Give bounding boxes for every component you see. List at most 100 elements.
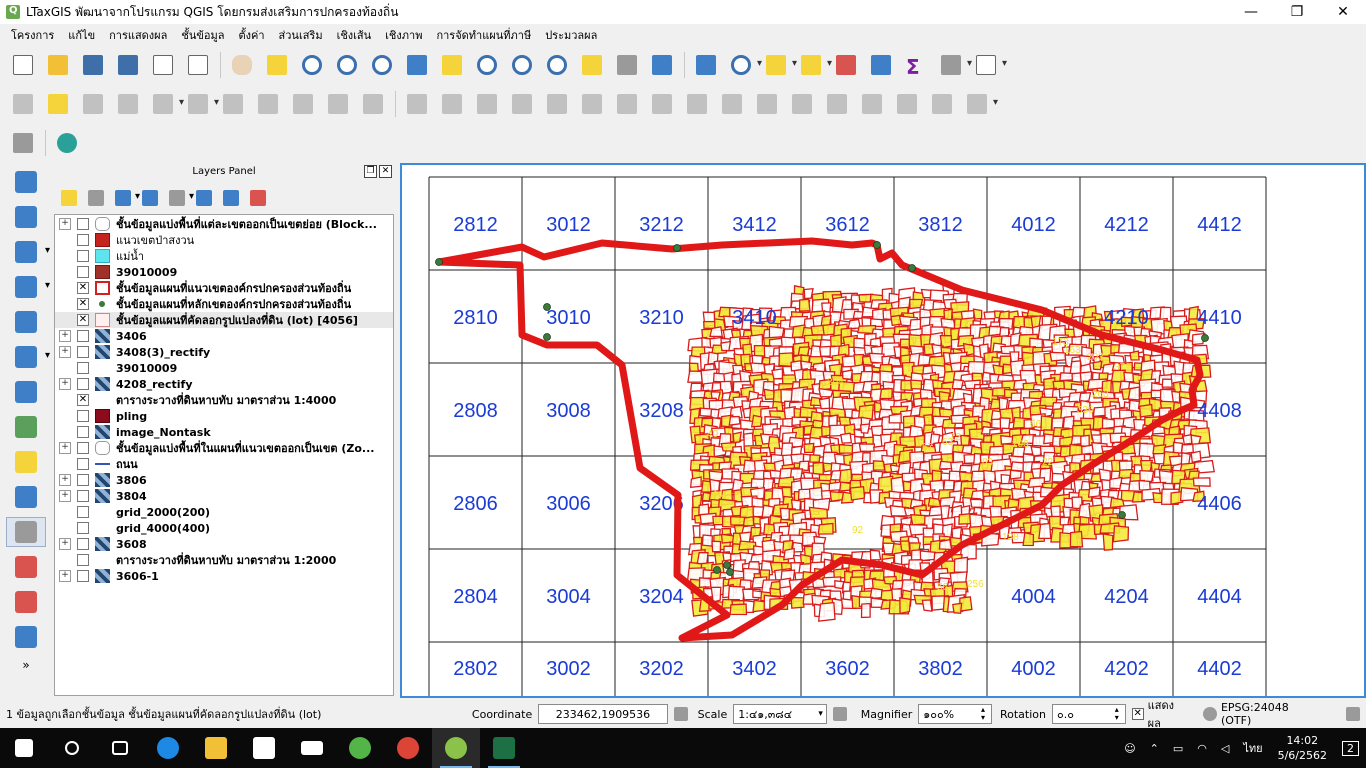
layer-visibility-checkbox[interactable] bbox=[77, 250, 89, 262]
store-taskbar-button[interactable] bbox=[240, 728, 288, 768]
lot-parcel[interactable] bbox=[1069, 530, 1084, 548]
layer-row[interactable]: +3608 bbox=[55, 536, 393, 552]
battery-icon[interactable]: ▭ bbox=[1173, 742, 1183, 755]
layer-visibility-checkbox[interactable]: ✕ bbox=[77, 298, 89, 310]
magnifier-spinbox[interactable]: ๑๐๐% bbox=[918, 704, 992, 724]
layer-visibility-checkbox[interactable] bbox=[77, 234, 89, 246]
explorer-taskbar-button[interactable] bbox=[192, 728, 240, 768]
lot-parcel[interactable] bbox=[1190, 450, 1202, 463]
select-by-expression-button[interactable] bbox=[796, 50, 832, 80]
expand-toggle-icon[interactable]: + bbox=[59, 442, 71, 454]
fill-ring-button[interactable] bbox=[612, 89, 642, 119]
lot-parcel[interactable] bbox=[728, 415, 741, 426]
measure-button[interactable] bbox=[936, 50, 972, 80]
lot-parcel[interactable] bbox=[1182, 433, 1193, 445]
notifications-button[interactable]: 2 bbox=[1342, 740, 1359, 756]
lot-parcel[interactable] bbox=[927, 497, 942, 508]
layout-manager-button[interactable] bbox=[183, 50, 213, 80]
layer-visibility-checkbox[interactable] bbox=[77, 218, 89, 230]
move-label-button[interactable] bbox=[962, 89, 998, 119]
lot-parcel[interactable] bbox=[951, 378, 964, 390]
layer-row[interactable]: grid_4000(400) bbox=[55, 520, 393, 536]
attribute-table-button[interactable] bbox=[866, 50, 896, 80]
lot-parcel[interactable] bbox=[1022, 532, 1035, 547]
excel-taskbar-button[interactable] bbox=[480, 728, 528, 768]
menu-tax-map[interactable]: การจัดทำแผนที่ภาษี bbox=[429, 26, 538, 44]
text-annotation-button[interactable] bbox=[971, 50, 1007, 80]
layer-row[interactable]: ✕ ชั้นข้อมูลแผนที่คัดลอกรูปแปลงที่ดิน (lo… bbox=[55, 312, 393, 328]
layer-row[interactable]: แนวเขตป่าสงวน bbox=[55, 232, 393, 248]
lot-parcel[interactable] bbox=[818, 387, 834, 398]
add-raster-layer-button[interactable] bbox=[6, 202, 46, 232]
restore-button[interactable]: ❐ bbox=[1274, 0, 1320, 24]
lot-parcel[interactable] bbox=[1040, 415, 1053, 432]
rotate-symbols-button[interactable] bbox=[927, 89, 957, 119]
lot-parcel[interactable] bbox=[803, 442, 815, 454]
add-wms-button[interactable] bbox=[6, 272, 50, 302]
lot-parcel[interactable] bbox=[771, 368, 784, 380]
zoom-in-button[interactable] bbox=[297, 50, 327, 80]
render-checkbox[interactable]: ✕ bbox=[1131, 708, 1144, 720]
merge-attributes-button[interactable] bbox=[892, 89, 922, 119]
layer-visibility-checkbox[interactable] bbox=[77, 538, 89, 550]
lot-parcel[interactable] bbox=[859, 423, 871, 434]
menu-settings[interactable]: ตั้งค่า bbox=[231, 26, 271, 44]
zoom-native-button[interactable] bbox=[367, 50, 397, 80]
search-button[interactable] bbox=[48, 728, 96, 768]
lot-parcel[interactable] bbox=[899, 597, 912, 615]
lot-parcel[interactable] bbox=[709, 326, 723, 338]
lot-parcel[interactable] bbox=[952, 602, 963, 614]
lot-parcel[interactable] bbox=[798, 298, 811, 312]
layer-visibility-checkbox[interactable] bbox=[77, 490, 89, 502]
lot-parcel[interactable] bbox=[841, 369, 854, 381]
new-layer-button[interactable] bbox=[6, 342, 50, 372]
lot-parcel[interactable] bbox=[888, 413, 902, 424]
vertex-tool-button[interactable] bbox=[183, 89, 219, 119]
add-ring-button[interactable] bbox=[542, 89, 572, 119]
extents-toggle-icon[interactable] bbox=[673, 707, 688, 721]
reshape-button[interactable] bbox=[717, 89, 747, 119]
lot-parcel[interactable] bbox=[817, 601, 836, 622]
clock[interactable]: 14:02 5/6/2562 bbox=[1278, 733, 1327, 763]
menu-layer[interactable]: ชั้นข้อมูล bbox=[174, 26, 231, 44]
layer-visibility-checkbox[interactable] bbox=[77, 346, 89, 358]
layer-row[interactable]: 39010009 bbox=[55, 360, 393, 376]
undo-button[interactable] bbox=[472, 89, 502, 119]
map-canvas[interactable]: 204 92 263 371 336 138 256 56 173 163 203 206 66 63 83… bbox=[400, 163, 1366, 698]
zoom-selection-button[interactable] bbox=[437, 50, 467, 80]
people-icon[interactable]: ☺ bbox=[1124, 742, 1135, 755]
lot-parcel[interactable] bbox=[711, 540, 722, 553]
zoom-layer-button[interactable] bbox=[472, 50, 502, 80]
layer-visibility-checkbox[interactable] bbox=[77, 330, 89, 342]
layer-visibility-checkbox[interactable]: ✕ bbox=[77, 314, 89, 326]
lot-parcel[interactable] bbox=[840, 432, 853, 444]
layer-visibility-checkbox[interactable]: ✕ bbox=[77, 282, 89, 294]
lot-parcel[interactable] bbox=[910, 379, 923, 390]
zoom-out-button[interactable] bbox=[332, 50, 362, 80]
lot-parcel[interactable] bbox=[1038, 522, 1052, 540]
menu-project[interactable]: โครงการ bbox=[4, 26, 61, 44]
layer-row[interactable]: +4208_rectify bbox=[55, 376, 393, 392]
lot-parcel[interactable] bbox=[879, 387, 893, 400]
layer-visibility-checkbox[interactable] bbox=[77, 362, 89, 374]
volume-icon[interactable]: ◁ bbox=[1221, 742, 1229, 755]
add-group-button[interactable] bbox=[85, 187, 107, 209]
layer-visibility-checkbox[interactable] bbox=[77, 458, 89, 470]
copy-features-button[interactable] bbox=[323, 89, 353, 119]
layer-visibility-checkbox[interactable] bbox=[77, 522, 89, 534]
delete-ring-button[interactable] bbox=[647, 89, 677, 119]
lot-parcel[interactable] bbox=[790, 596, 805, 609]
digitize-angle-button[interactable] bbox=[402, 89, 432, 119]
layer-row[interactable]: +3408(3)_rectify bbox=[55, 344, 393, 360]
lot-parcel[interactable] bbox=[1059, 516, 1070, 526]
scale-combobox[interactable]: 1:๔๑,๓๘๔ ▾ bbox=[733, 704, 827, 724]
modify-attributes-button[interactable] bbox=[218, 89, 248, 119]
identify-button[interactable] bbox=[691, 50, 721, 80]
filter-expression-button[interactable] bbox=[166, 187, 194, 209]
layer-visibility-checkbox[interactable] bbox=[77, 474, 89, 486]
lot-parcel[interactable] bbox=[732, 431, 742, 444]
messages-icon[interactable] bbox=[1346, 707, 1361, 721]
new-print-layout-button[interactable] bbox=[148, 50, 178, 80]
lot-parcel[interactable] bbox=[1161, 378, 1173, 388]
lot-parcel[interactable] bbox=[872, 460, 886, 471]
